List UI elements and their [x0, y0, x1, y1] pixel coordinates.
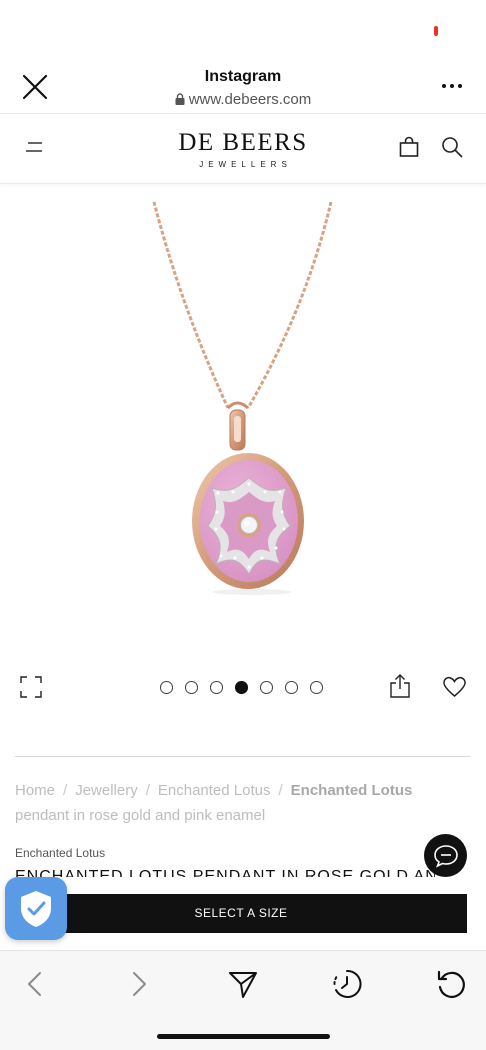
breadcrumb-current: Enchanted Lotus	[290, 782, 413, 799]
back-arrow-icon[interactable]	[20, 969, 50, 999]
send-paper-plane-icon[interactable]	[228, 969, 258, 999]
shopping-bag-icon[interactable]	[398, 136, 420, 158]
product-title: ENCHANTED LOTUS PENDANT IN ROSE GOLD AND…	[15, 868, 435, 877]
browser-toolbar	[0, 950, 486, 1050]
security-shield-badge[interactable]	[5, 877, 67, 940]
breadcrumb-home[interactable]: Home	[15, 782, 55, 799]
shield-check-icon	[21, 890, 51, 927]
chat-button[interactable]	[424, 834, 467, 877]
slide-dot[interactable]	[310, 681, 323, 694]
breadcrumb-separator: /	[63, 782, 68, 799]
home-indicator	[157, 1034, 330, 1039]
breadcrumb: Home / Jewellery / Enchanted Lotus / Enchanted…	[15, 778, 455, 828]
breadcrumb-separator: /	[278, 782, 283, 799]
history-clock-icon[interactable]	[332, 969, 362, 999]
in-app-browser-header: Instagram www.debeers.com	[0, 62, 486, 114]
chat-bubble-icon	[433, 844, 458, 868]
breadcrumb-collection[interactable]: Enchanted Lotus	[158, 782, 271, 799]
site-header: DE BEERS JEWELLERS	[0, 114, 486, 184]
reload-icon[interactable]	[436, 969, 466, 999]
url-text: www.debeers.com	[188, 91, 312, 108]
more-options-icon[interactable]	[438, 74, 466, 98]
breadcrumb-jewellery[interactable]: Jewellery	[75, 782, 138, 799]
wishlist-heart-icon[interactable]	[442, 676, 467, 698]
logo-subtitle: JEWELLERS	[199, 160, 292, 169]
share-icon[interactable]	[389, 673, 411, 699]
browser-title: Instagram	[204, 68, 282, 85]
fullscreen-expand-icon[interactable]	[20, 676, 42, 698]
forward-arrow-icon[interactable]	[124, 969, 154, 999]
lock-icon	[175, 92, 185, 105]
slide-dot[interactable]	[285, 681, 298, 694]
gallery-controls	[0, 668, 486, 708]
status-bar	[0, 0, 486, 62]
slide-dot[interactable]	[185, 681, 198, 694]
section-divider	[15, 756, 470, 757]
recording-indicator	[434, 26, 438, 36]
slide-dot[interactable]	[160, 681, 173, 694]
slide-dot[interactable]	[210, 681, 223, 694]
product-image[interactable]	[120, 196, 370, 596]
breadcrumb-current-rest: pendant in rose gold and pink enamel	[15, 807, 266, 824]
collection-label[interactable]: Enchanted Lotus	[15, 846, 105, 860]
search-icon[interactable]	[441, 136, 463, 158]
slide-indicator	[160, 681, 323, 694]
select-size-button[interactable]: SELECT A SIZE	[15, 894, 467, 933]
browser-url[interactable]: www.debeers.com	[0, 91, 486, 108]
breadcrumb-separator: /	[145, 782, 150, 799]
slide-dot[interactable]	[260, 681, 273, 694]
slide-dot-active[interactable]	[235, 681, 248, 694]
